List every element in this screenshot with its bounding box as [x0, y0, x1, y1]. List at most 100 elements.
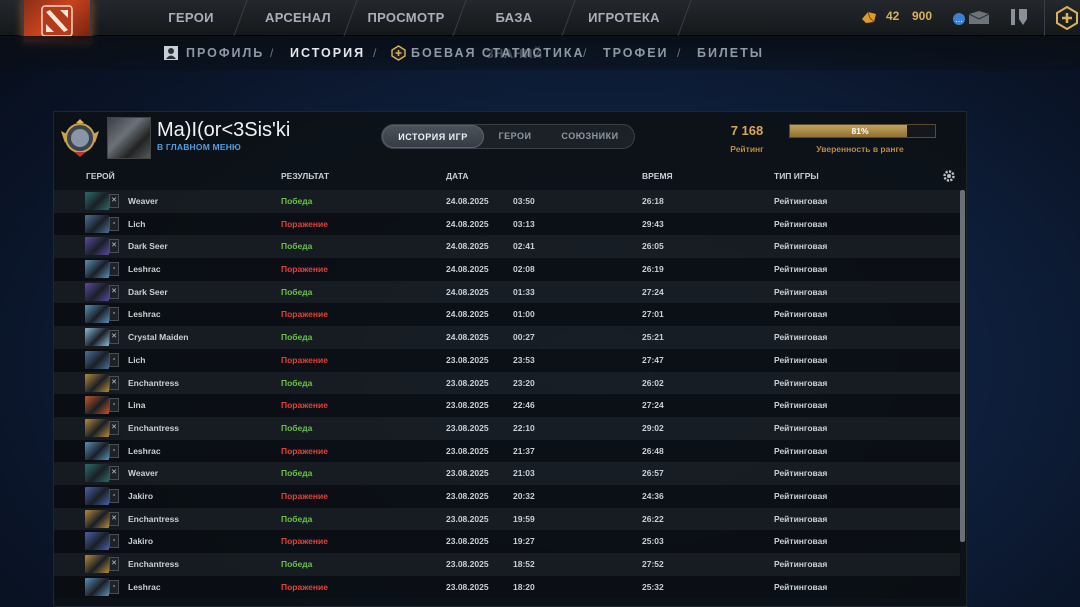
shards-icon[interactable] — [860, 9, 878, 25]
match-duration: 27:52 — [642, 559, 664, 569]
table-row[interactable]: ✕ Enchantress Победа 23.08.2025 18:52 27:52 Ре… — [54, 553, 960, 576]
match-time: 21:03 — [513, 468, 535, 479]
match-duration: 26:57 — [642, 468, 664, 479]
table-row[interactable]: ▫ Leshrac Поражение 23.08.2025 21:37 26:48 Рей… — [54, 439, 960, 463]
match-date: 23.08.2025 — [446, 377, 489, 388]
role-icon: ✕ — [109, 466, 119, 481]
match-duration: 29:02 — [642, 422, 664, 433]
match-date: 24.08.2025 — [446, 309, 489, 320]
match-duration: 25:21 — [642, 332, 664, 343]
tab-heroes[interactable]: ГЕРОИ — [484, 125, 546, 148]
column-header-date[interactable]: ДАТА — [446, 171, 469, 181]
match-result: Поражение — [281, 218, 328, 229]
table-row[interactable]: ▫ Leshrac Поражение 23.08.2025 18:20 25:32 Рей… — [54, 575, 960, 599]
rank-medal-icon[interactable] — [59, 117, 101, 159]
table-row[interactable]: ✕ Weaver Победа 23.08.2025 21:03 26:57 Рейтинг… — [54, 462, 960, 485]
match-result: Победа — [281, 332, 313, 343]
hero-portrait — [85, 237, 109, 256]
column-header-result[interactable]: РЕЗУЛЬТАТ — [281, 171, 329, 181]
game-type: Рейтинговая — [774, 536, 828, 547]
match-date: 24.08.2025 — [446, 196, 489, 206]
column-header-game-type[interactable]: ТИП ИГРЫ — [774, 171, 819, 181]
game-type: Рейтинговая — [774, 309, 828, 320]
dota-plus-icon[interactable] — [1056, 6, 1078, 30]
match-time: 01:00 — [513, 309, 535, 320]
table-row[interactable]: ▫ Jakiro Поражение 23.08.2025 20:32 24:36 Рейт… — [54, 484, 960, 508]
match-result: Поражение — [281, 264, 328, 275]
hero-portrait — [85, 192, 109, 210]
svg-text:…: … — [955, 15, 963, 24]
subnav-profile[interactable]: ПРОФИЛЬ — [186, 46, 264, 60]
match-date: 23.08.2025 — [446, 581, 489, 592]
chat-notification-icon[interactable]: … — [952, 12, 966, 26]
game-type: Рейтинговая — [774, 559, 828, 569]
match-time: 03:13 — [513, 218, 535, 229]
subnav-trophies[interactable]: ТРОФЕИ — [603, 46, 669, 60]
scrollbar[interactable] — [960, 190, 965, 542]
avatar[interactable] — [107, 117, 151, 159]
match-result: Поражение — [281, 536, 328, 547]
column-header-hero[interactable]: ГЕРОЙ — [86, 171, 115, 181]
role-icon: ▫ — [109, 534, 119, 549]
table-row[interactable]: ✕ Enchantress Победа 23.08.2025 22:10 29:02 Ре… — [54, 416, 960, 440]
match-result: Поражение — [281, 445, 328, 456]
armory-icon[interactable] — [1008, 7, 1030, 27]
match-time: 23:53 — [513, 354, 535, 365]
subnav-separator: / — [583, 46, 587, 60]
column-header-duration[interactable]: ВРЕМЯ — [642, 171, 673, 181]
match-result: Поражение — [281, 354, 328, 365]
subnav-tickets[interactable]: БИЛЕТЫ — [697, 46, 764, 60]
match-result: Победа — [281, 377, 313, 388]
match-time: 19:59 — [513, 513, 535, 524]
nav-tab-knowledge-base[interactable]: БАЗА ЗНАНИЙ — [466, 0, 562, 61]
role-icon: ▫ — [109, 216, 119, 231]
match-result: Поражение — [281, 581, 328, 592]
nav-tab-arsenal[interactable]: АРСЕНАЛ — [252, 0, 344, 36]
match-duration: 26:18 — [642, 196, 664, 206]
table-row[interactable]: ▫ Leshrac Поражение 24.08.2025 01:00 27:01 Рей… — [54, 303, 960, 327]
table-row[interactable]: ✕ Dark Seer Победа 24.08.2025 02:41 26:05 Рейт… — [54, 235, 960, 259]
match-date: 23.08.2025 — [446, 559, 489, 569]
match-duration: 27:47 — [642, 354, 664, 365]
rating-label: Рейтинг — [730, 144, 764, 154]
match-duration: 26:22 — [642, 513, 664, 524]
table-row[interactable]: ▫ Lina Поражение 23.08.2025 22:46 27:24 Рейтин… — [54, 394, 960, 417]
hero-name: Dark Seer — [128, 286, 168, 297]
nav-divider — [1044, 0, 1045, 36]
match-date: 23.08.2025 — [446, 445, 489, 456]
match-date: 23.08.2025 — [446, 422, 489, 433]
table-row[interactable]: ✕ Crystal Maiden Победа 24.08.2025 00:27 25:2… — [54, 326, 960, 349]
nav-tab-heroes[interactable]: ГЕРОИ — [150, 0, 232, 36]
table-row[interactable]: ▫ Lich Поражение 23.08.2025 23:53 27:47 Рейтин… — [54, 348, 960, 372]
match-date: 23.08.2025 — [446, 536, 489, 547]
nav-divider — [677, 0, 692, 36]
match-time: 02:41 — [513, 241, 535, 252]
mail-icon[interactable] — [968, 10, 990, 26]
game-type: Рейтинговая — [774, 400, 828, 411]
table-row[interactable]: ✕ Enchantress Победа 23.08.2025 23:20 26:02 Ре… — [54, 371, 960, 395]
match-date: 23.08.2025 — [446, 468, 489, 479]
hero-name: Leshrac — [128, 309, 161, 320]
match-duration: 26:48 — [642, 445, 664, 456]
table-row[interactable]: ▫ Leshrac Поражение 24.08.2025 02:08 26:19 Рей… — [54, 258, 960, 281]
hero-portrait — [85, 350, 109, 369]
role-icon: ▫ — [109, 488, 119, 503]
tab-match-history[interactable]: ИСТОРИЯ ИГР — [382, 125, 484, 148]
hero-portrait — [85, 214, 109, 233]
subnav-battle-stats[interactable]: БОЕВАЯ СТАТИСТИКА — [411, 46, 585, 60]
nav-divider — [452, 0, 467, 36]
table-row[interactable]: ✕ Dark Seer Победа 24.08.2025 01:33 27:24 Рейт… — [54, 280, 960, 304]
nav-tab-watch[interactable]: ПРОСМОТР — [360, 0, 452, 36]
match-time: 19:27 — [513, 536, 535, 547]
tab-allies[interactable]: СОЮЗНИКИ — [546, 125, 634, 148]
match-duration: 27:01 — [642, 309, 664, 320]
gear-icon[interactable] — [942, 169, 956, 183]
table-row[interactable]: ✕ Weaver Победа 24.08.2025 03:50 26:18 Рейтинг… — [54, 190, 960, 213]
table-row[interactable]: ✕ Enchantress Победа 23.08.2025 19:59 26:22 Ре… — [54, 507, 960, 531]
nav-tab-arcade[interactable]: ИГРОТЕКА — [576, 0, 672, 36]
role-icon: ✕ — [109, 284, 119, 299]
table-row[interactable]: ▫ Jakiro Поражение 23.08.2025 19:27 25:03 Рейт… — [54, 530, 960, 553]
subnav-history[interactable]: ИСТОРИЯ — [290, 46, 365, 60]
hero-name: Enchantress — [128, 422, 180, 433]
table-row[interactable]: ▫ Lich Поражение 24.08.2025 03:13 29:43 Рейтин… — [54, 212, 960, 236]
